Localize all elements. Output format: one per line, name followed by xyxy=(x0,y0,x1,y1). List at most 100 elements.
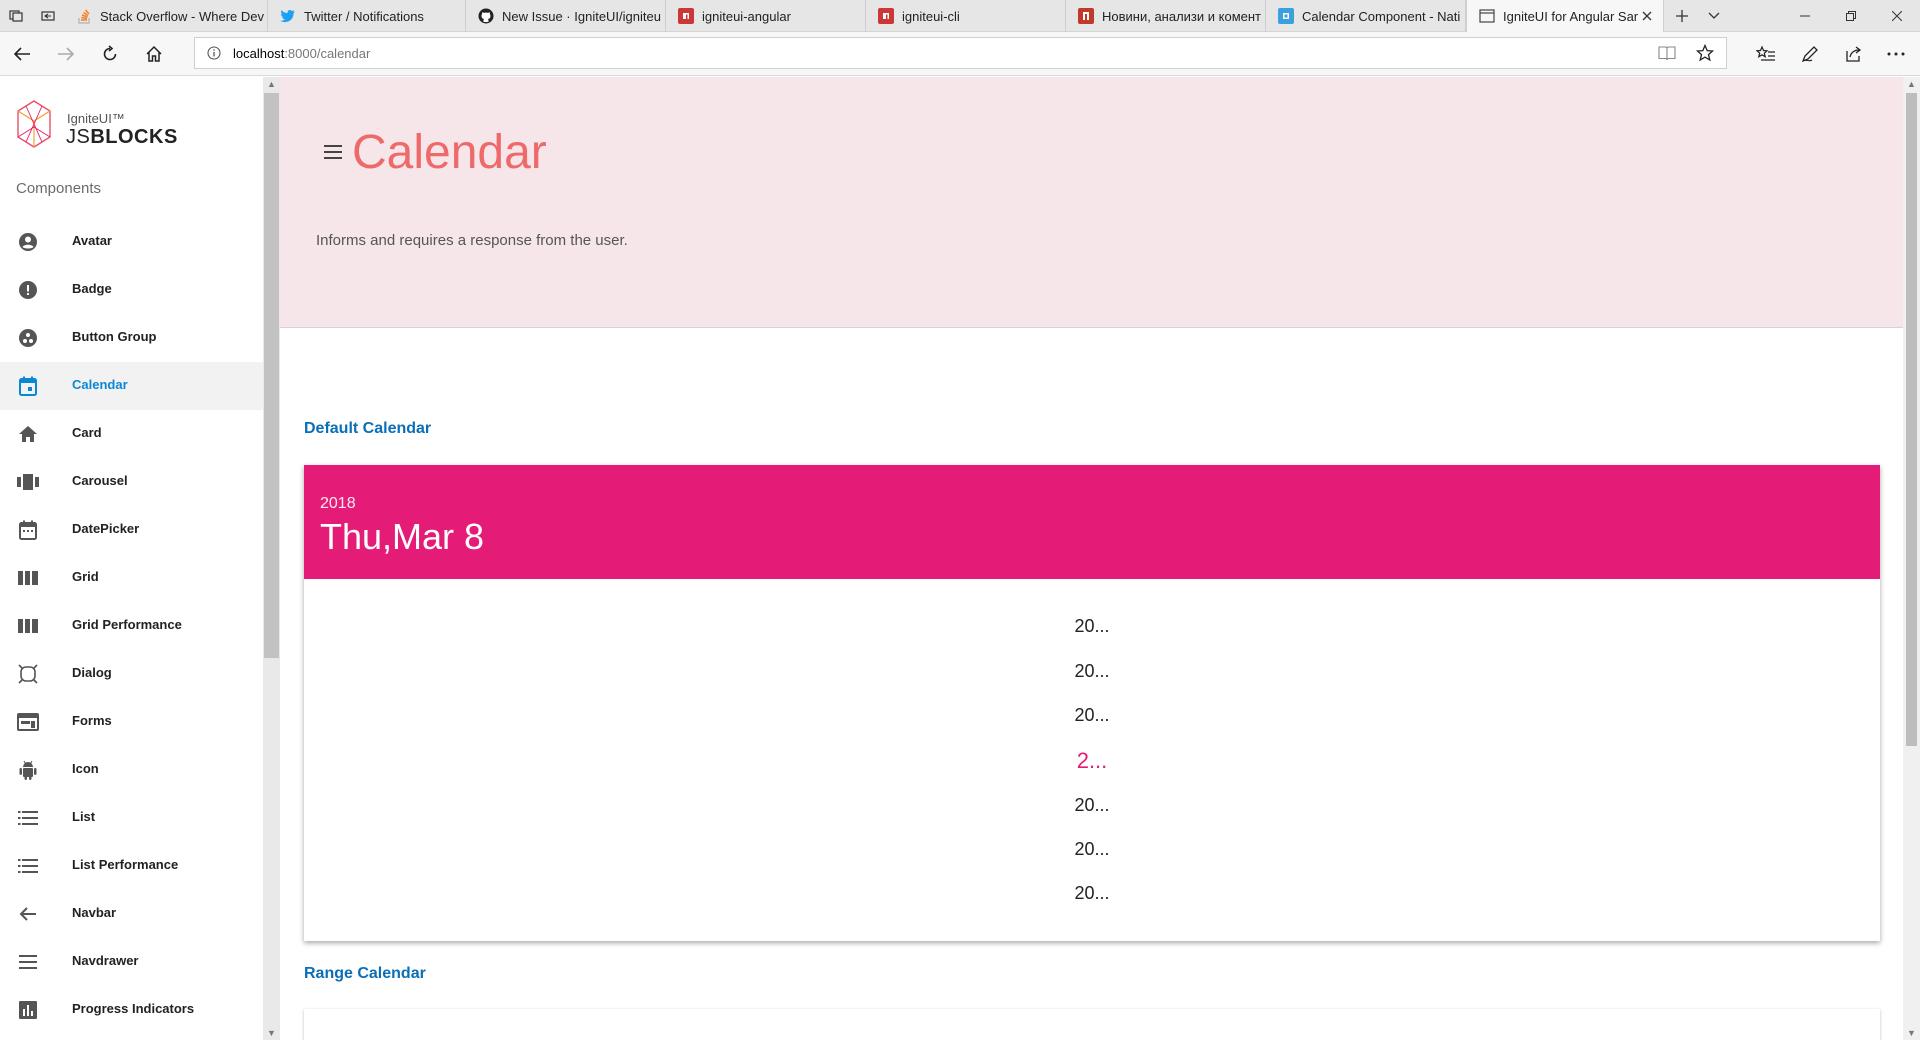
bar-chart-icon xyxy=(16,999,40,1021)
arrow-back-icon xyxy=(16,903,40,925)
sidebar-item-datepicker[interactable]: DatePicker xyxy=(0,506,263,554)
set-aside-tabs-icon[interactable] xyxy=(32,0,64,32)
refresh-icon[interactable] xyxy=(94,38,126,70)
tab-previews-chevron-down-icon[interactable] xyxy=(1698,0,1730,32)
reading-view-icon[interactable] xyxy=(1658,45,1676,66)
sidebar-item-label: Calendar xyxy=(72,377,128,392)
tab-title: igniteui-cli xyxy=(902,8,960,24)
page-title: Calendar xyxy=(352,126,547,179)
npm-icon xyxy=(678,8,694,24)
sidebar-item-label: Card xyxy=(72,425,102,440)
year-option[interactable]: 20... xyxy=(304,795,1880,816)
tab-npm-cli[interactable]: igniteui-cli xyxy=(866,0,1066,32)
sidebar-item-dialog[interactable]: Dialog xyxy=(0,650,263,698)
sidebar-item-badge[interactable]: Badge xyxy=(0,266,263,314)
tab-title: Twitter / Notifications xyxy=(304,8,424,24)
list-icon xyxy=(16,855,40,877)
sidebar-item-label: Button Group xyxy=(72,329,157,344)
url-path: :8000/calendar xyxy=(284,46,371,61)
news-icon xyxy=(1078,8,1094,24)
pen-web-note-icon[interactable] xyxy=(1794,38,1826,70)
tab-twitter[interactable]: Twitter / Notifications xyxy=(268,0,466,32)
tab-title: Calendar Component - Nati xyxy=(1302,8,1461,24)
year-option[interactable]: 20... xyxy=(304,616,1880,637)
sidebar-item-label: Grid xyxy=(72,569,99,584)
logo-small-text: IgniteUI™ xyxy=(67,111,125,126)
new-tab-icon[interactable] xyxy=(1666,0,1698,32)
tab-npm-angular[interactable]: igniteui-angular xyxy=(666,0,866,32)
page-scrollbar[interactable]: ▲ ▼ xyxy=(1903,77,1920,1040)
favorites-hub-icon[interactable] xyxy=(1750,38,1782,70)
sidebar-item-grid-performance[interactable]: Grid Performance xyxy=(0,602,263,650)
sidebar-scrollbar-thumb[interactable] xyxy=(264,93,279,658)
forward-arrow-icon[interactable] xyxy=(50,38,82,70)
sidebar-item-label: Navbar xyxy=(72,905,117,920)
year-option[interactable]: 20... xyxy=(304,839,1880,860)
sidebar-item-navbar[interactable]: Navbar xyxy=(0,890,263,938)
sidebar-item-progress-indicators[interactable]: Progress Indicators xyxy=(0,986,263,1034)
menu-toggle-icon[interactable] xyxy=(324,145,342,159)
tab-github[interactable]: New Issue · IgniteUI/igniteu xyxy=(466,0,666,32)
menu-icon xyxy=(16,951,40,973)
browser-toolbar: localhost:8000/calendar xyxy=(0,32,1920,76)
sidebar-item-calendar[interactable]: Calendar xyxy=(0,362,263,410)
close-window-icon[interactable] xyxy=(1874,0,1920,32)
year-option[interactable]: 20... xyxy=(304,705,1880,726)
default-calendar: 2018 Thu,Mar 8 20... 20... 20... 2... 20… xyxy=(304,465,1880,941)
sidebar-item-button-group[interactable]: Button Group xyxy=(0,314,263,362)
tab-nativescript[interactable]: Calendar Component - Nati xyxy=(1266,0,1466,32)
scroll-down-arrow-icon[interactable]: ▼ xyxy=(1907,1028,1916,1038)
calendar-icon xyxy=(16,375,40,397)
sidebar-item-label: Carousel xyxy=(72,473,128,488)
sidebar-item-label: Icon xyxy=(72,761,99,776)
favorite-star-icon[interactable] xyxy=(1695,43,1715,67)
info-icon[interactable] xyxy=(207,46,221,60)
year-option[interactable]: 20... xyxy=(304,883,1880,904)
sidebar-item-label: Grid Performance xyxy=(72,617,182,632)
tab-news[interactable]: Новини, анализи и комент xyxy=(1066,0,1266,32)
url-host: localhost xyxy=(233,46,285,61)
sidebar-item-carousel[interactable]: Carousel xyxy=(0,458,263,506)
logo-mark-icon xyxy=(14,97,54,151)
dialog-icon xyxy=(16,663,40,685)
sidebar-heading: Components xyxy=(16,180,102,197)
restore-icon[interactable] xyxy=(1828,0,1874,32)
sidebar-item-avatar[interactable]: Avatar xyxy=(0,218,263,266)
calendar-header-year[interactable]: 2018 xyxy=(320,495,356,513)
sidebar-item-card[interactable]: Card xyxy=(0,410,263,458)
tab-manager-icon[interactable] xyxy=(0,0,32,32)
tab-stackoverflow[interactable]: Stack Overflow - Where Dev xyxy=(64,0,268,32)
page-icon xyxy=(1479,8,1495,24)
sidebar-item-list[interactable]: List xyxy=(0,794,263,842)
home-icon[interactable] xyxy=(138,38,170,70)
sidebar-item-grid[interactable]: Grid xyxy=(0,554,263,602)
calendar-header-date[interactable]: Thu,Mar 8 xyxy=(320,516,484,558)
date-range-icon xyxy=(16,519,40,541)
sidebar-item-label: Avatar xyxy=(72,233,112,248)
sidebar-item-icon[interactable]: Icon xyxy=(0,746,263,794)
igniteui-jsblocks-logo[interactable]: IgniteUI™ JSBLOCKS xyxy=(14,97,214,153)
scroll-down-arrow-icon[interactable]: ▼ xyxy=(267,1028,276,1038)
sidebar-item-list-performance[interactable]: List Performance xyxy=(0,842,263,890)
scroll-up-arrow-icon[interactable]: ▲ xyxy=(267,79,276,89)
view-carousel-icon xyxy=(16,471,40,493)
tab-igniteui-active[interactable]: IgniteUI for Angular Sar xyxy=(1466,0,1664,32)
more-options-icon[interactable] xyxy=(1880,38,1912,70)
sidebar-item-forms[interactable]: Forms xyxy=(0,698,263,746)
nativescript-icon xyxy=(1278,8,1294,24)
share-icon[interactable] xyxy=(1838,38,1870,70)
year-option-selected[interactable]: 2... xyxy=(304,748,1880,774)
back-arrow-icon[interactable] xyxy=(6,38,38,70)
logo-brand-light: JS xyxy=(66,126,91,148)
sidebar-scrollbar[interactable]: ▲ ▼ xyxy=(263,77,280,1040)
close-tab-icon[interactable] xyxy=(1639,8,1655,24)
sidebar-item-label: Badge xyxy=(72,281,112,296)
scroll-up-arrow-icon[interactable]: ▲ xyxy=(1907,79,1916,89)
range-calendar xyxy=(304,1009,1880,1040)
year-option[interactable]: 20... xyxy=(304,661,1880,682)
sidebar-item-navdrawer[interactable]: Navdrawer xyxy=(0,938,263,986)
sidebar-item-label: Forms xyxy=(72,713,112,728)
page-scrollbar-thumb[interactable] xyxy=(1906,93,1917,746)
address-bar[interactable]: localhost:8000/calendar xyxy=(194,37,1727,69)
minimize-icon[interactable] xyxy=(1782,0,1828,32)
